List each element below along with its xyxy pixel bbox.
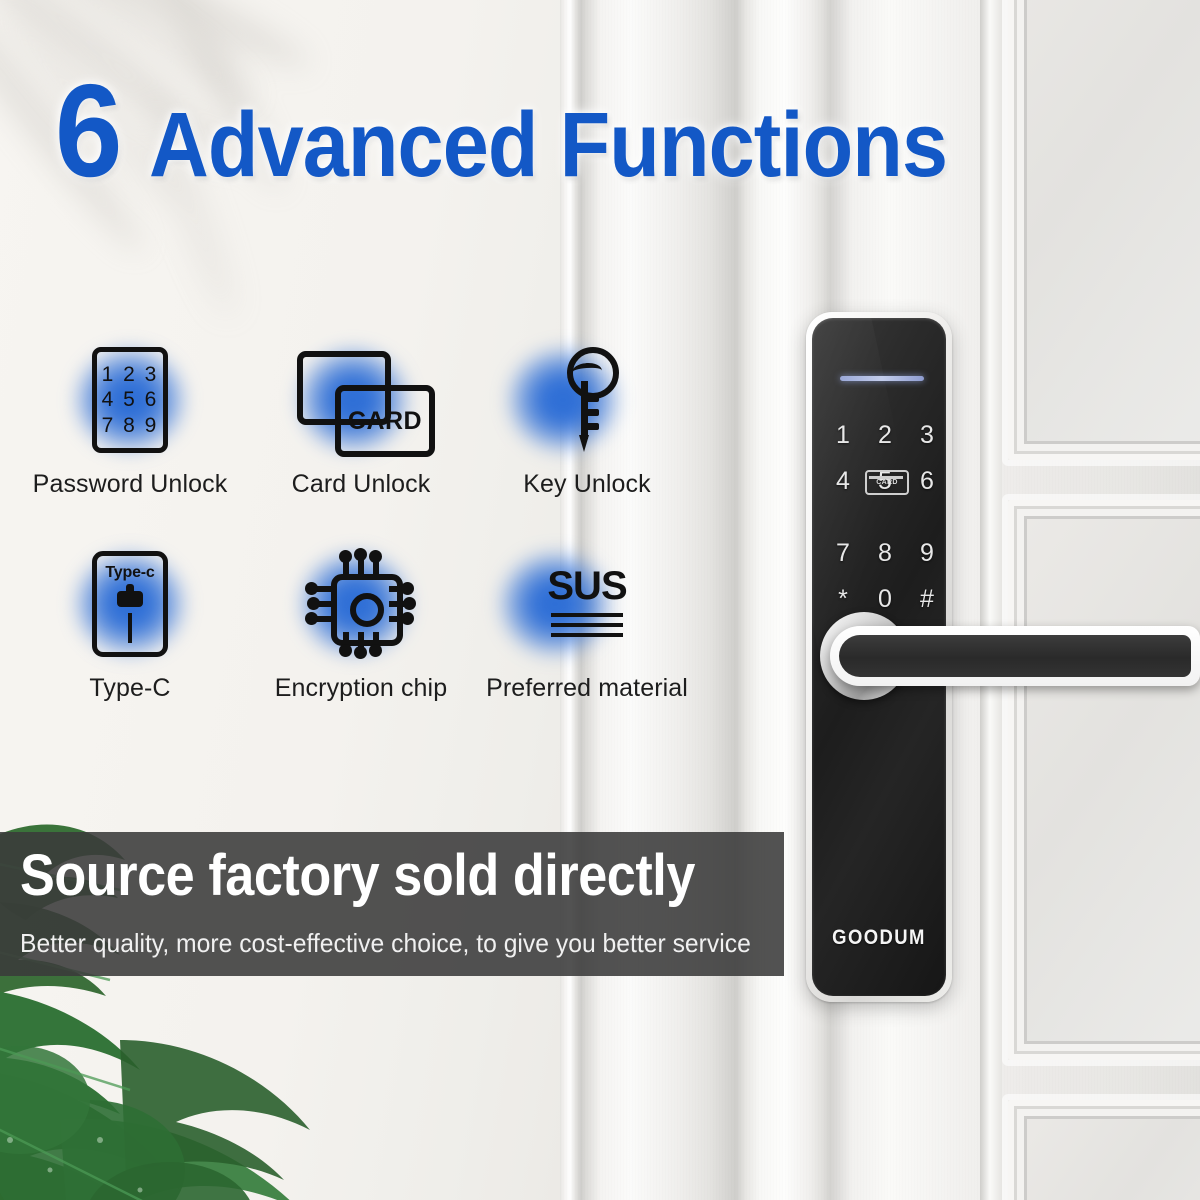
lock-indicator-bar xyxy=(840,376,924,381)
promo-banner: Source factory sold directly Better qual… xyxy=(0,832,784,976)
keypad-icon: 1 2 3 4 5 6 7 8 9 xyxy=(92,347,168,453)
feature-label: Key Unlock xyxy=(523,470,651,498)
keypad-key-3[interactable]: 3 xyxy=(906,412,946,458)
keypad-digits-row-3: 7 8 9 xyxy=(101,413,159,437)
door-handle[interactable] xyxy=(820,612,1200,700)
chip-icon xyxy=(305,548,416,659)
page-title: 6 Advanced Functions xyxy=(52,57,1036,204)
usb-type-c-icon: Type-c xyxy=(92,551,168,657)
keypad-key-6[interactable]: 6 xyxy=(906,458,946,504)
card-icon-text: CARD xyxy=(347,406,423,435)
lever-inner xyxy=(839,635,1191,677)
keypad-key-7[interactable]: 7 xyxy=(822,530,864,576)
feature-grid: 1 2 3 4 5 6 7 8 9 Password Unlock CARD C… xyxy=(12,340,712,703)
keypad-key-2[interactable]: 2 xyxy=(864,412,906,458)
banner-title: Source factory sold directly xyxy=(20,843,695,908)
keypad-row: 7 8 9 xyxy=(822,530,946,576)
door-panel-bottom xyxy=(1008,1100,1200,1200)
brand-logo: GOODUM xyxy=(832,926,926,949)
feature-label: Preferred material xyxy=(486,674,688,702)
keypad-key-9[interactable]: 9 xyxy=(906,530,946,576)
keypad-key-4[interactable]: 4 xyxy=(822,458,864,504)
icon-container xyxy=(474,340,700,460)
card-reader-icon[interactable]: CARD xyxy=(865,470,909,495)
icon-container: 1 2 3 4 5 6 7 8 9 xyxy=(12,340,248,460)
keypad-key-1[interactable]: 1 xyxy=(822,412,864,458)
feature-encryption-chip: Encryption chip xyxy=(248,544,474,703)
headline-text: Advanced Functions xyxy=(149,94,948,196)
type-c-badge-text: Type-c xyxy=(105,564,155,581)
sus-steel-icon: SUS xyxy=(534,561,640,647)
keypad-digits-row-1: 1 2 3 xyxy=(101,362,159,386)
icon-container: SUS xyxy=(474,544,700,664)
feature-row-2: Type-c Type-C Encryption chip SUS Prefer… xyxy=(12,544,712,703)
feature-key-unlock: Key Unlock xyxy=(474,340,700,499)
feature-label: Password Unlock xyxy=(32,470,228,498)
keypad-row: 1 2 3 xyxy=(822,412,946,458)
feature-card-unlock: CARD Card Unlock xyxy=(248,340,474,499)
key-icon xyxy=(555,347,619,453)
feature-label: Type-C xyxy=(89,674,171,702)
sus-badge-text: SUS xyxy=(547,563,627,608)
icon-container: CARD xyxy=(248,340,474,460)
feature-preferred-material: SUS Preferred material xyxy=(474,544,700,703)
keypad-key-8[interactable]: 8 xyxy=(864,530,906,576)
card-icon: CARD xyxy=(297,351,435,457)
keypad-digits-row-2: 4 5 6 xyxy=(101,388,159,412)
card-reader-label: CARD xyxy=(876,479,898,486)
lock-keypad[interactable]: 1 2 3 4 5 6 7 8 9 * 0 # xyxy=(822,412,946,622)
banner-subtitle: Better quality, more cost-effective choi… xyxy=(20,928,751,958)
feature-type-c: Type-c Type-C xyxy=(12,544,248,703)
feature-label: Encryption chip xyxy=(274,674,448,702)
icon-container: Type-c xyxy=(12,544,248,664)
feature-row-1: 1 2 3 4 5 6 7 8 9 Password Unlock CARD C… xyxy=(12,340,712,499)
promo-image: 6 Advanced Functions 1 2 3 4 5 6 7 8 9 P… xyxy=(0,0,1200,1200)
feature-label: Card Unlock xyxy=(291,470,431,498)
handle-lever[interactable] xyxy=(830,626,1200,686)
icon-container xyxy=(248,544,474,664)
feature-password-unlock: 1 2 3 4 5 6 7 8 9 Password Unlock xyxy=(12,340,248,499)
door-panel-top xyxy=(1008,0,1200,460)
door-panel-middle xyxy=(1008,500,1200,1060)
headline-number: 6 xyxy=(54,57,123,204)
